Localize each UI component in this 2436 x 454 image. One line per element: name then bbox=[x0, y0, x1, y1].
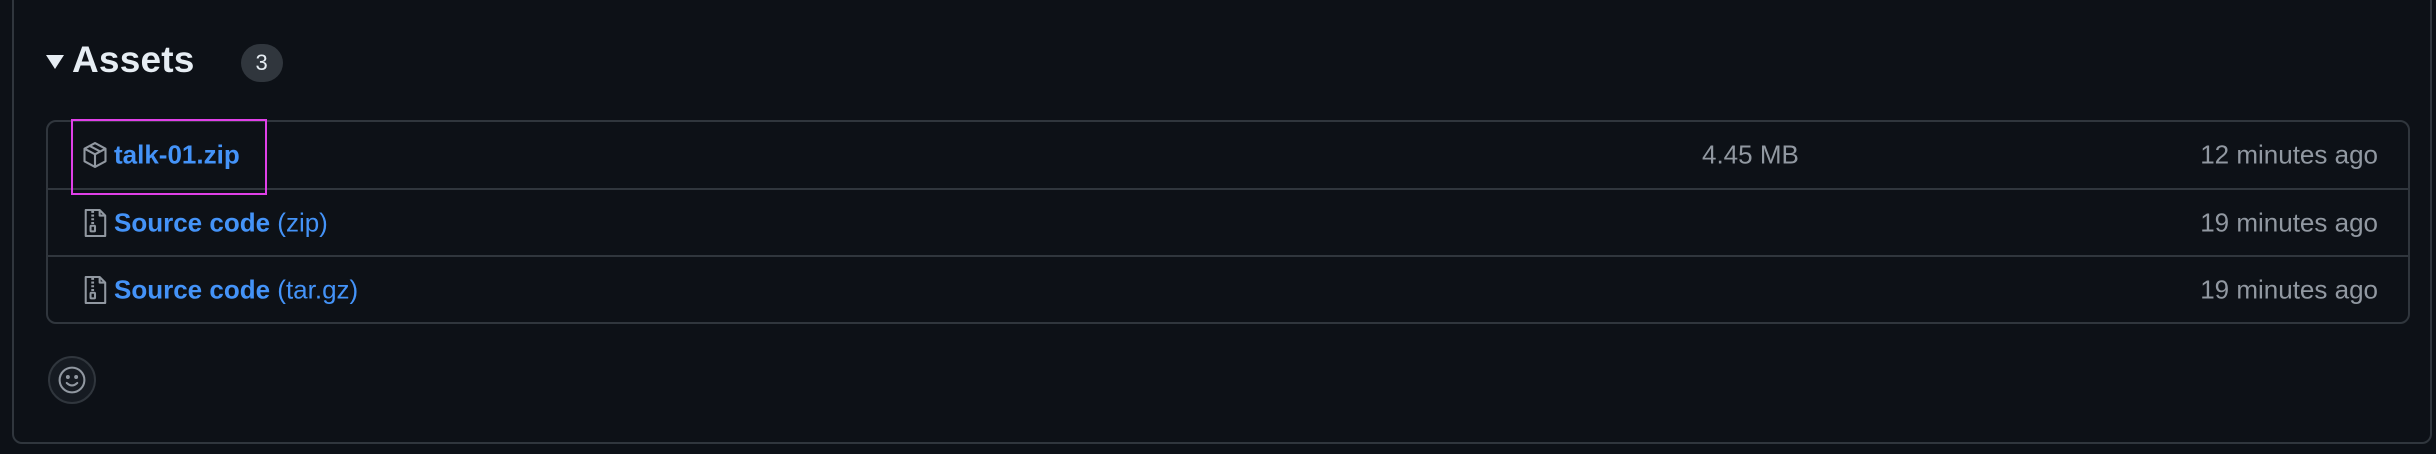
assets-title: Assets bbox=[72, 39, 195, 80]
asset-time: 19 minutes ago bbox=[2200, 207, 2378, 237]
asset-row: Source code (zip) 19 minutes ago bbox=[48, 188, 2408, 255]
assets-list: talk-01.zip 4.45 MB 12 minutes ago Sourc… bbox=[46, 120, 2410, 324]
asset-row: talk-01.zip 4.45 MB 12 minutes ago bbox=[48, 122, 2408, 188]
asset-suffix: (tar.gz) bbox=[270, 274, 359, 304]
add-reaction-button[interactable] bbox=[48, 356, 96, 404]
file-zip-icon bbox=[80, 275, 110, 305]
asset-suffix: (zip) bbox=[270, 207, 328, 237]
package-icon bbox=[80, 140, 110, 170]
asset-link-talk-01-zip[interactable]: talk-01.zip bbox=[114, 140, 240, 171]
asset-row: Source code (tar.gz) 19 minutes ago bbox=[48, 255, 2408, 322]
asset-link-source-code-tar-gz[interactable]: Source code (tar.gz) bbox=[114, 274, 358, 305]
assets-toggle[interactable]: Assets 3 bbox=[46, 30, 283, 90]
asset-link-source-code-zip[interactable]: Source code (zip) bbox=[114, 207, 328, 238]
asset-time: 19 minutes ago bbox=[2200, 274, 2378, 304]
asset-name: talk-01.zip bbox=[114, 139, 240, 170]
smiley-icon bbox=[58, 366, 86, 394]
asset-time: 12 minutes ago bbox=[2200, 139, 2378, 170]
asset-size: 4.45 MB bbox=[1702, 139, 1799, 170]
file-zip-icon bbox=[80, 208, 110, 238]
asset-name: Source code bbox=[114, 207, 271, 237]
asset-name: Source code bbox=[114, 274, 271, 304]
assets-count-badge: 3 bbox=[240, 44, 283, 82]
caret-down-icon bbox=[46, 55, 64, 69]
